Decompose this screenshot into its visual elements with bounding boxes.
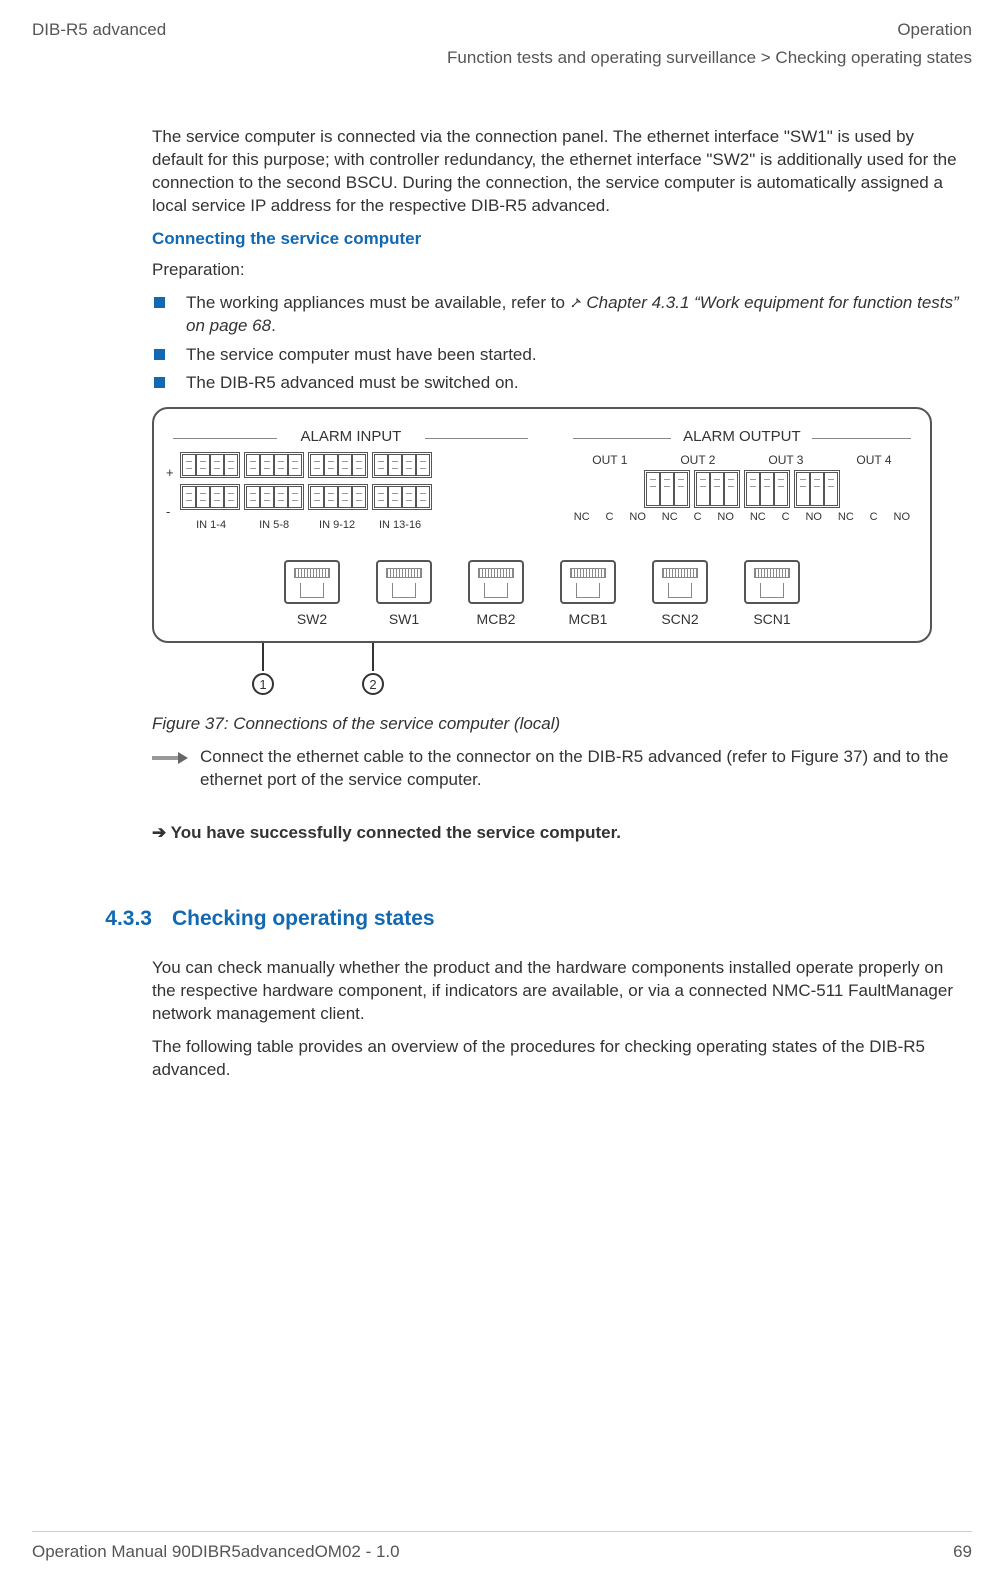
- body-paragraph: The following table provides an overview…: [152, 1036, 962, 1082]
- c-label: C: [606, 510, 614, 525]
- terminal-block: [794, 470, 840, 508]
- rj-label: SCN2: [661, 610, 698, 629]
- rj-label: SW2: [297, 610, 327, 629]
- c-label: C: [694, 510, 702, 525]
- list-text: The service computer must have been star…: [186, 345, 537, 364]
- no-label: NO: [894, 510, 911, 525]
- callout-number: 2: [362, 673, 384, 695]
- rj45-port-mcb2: [468, 560, 524, 604]
- list-text-post: .: [271, 316, 276, 335]
- list-item: The service computer must have been star…: [152, 344, 962, 367]
- rj-label: SW1: [389, 610, 419, 629]
- intro-paragraph: The service computer is connected via th…: [152, 126, 962, 218]
- terminal-block: [372, 452, 432, 478]
- nc-label: NC: [574, 510, 590, 525]
- no-label: NO: [805, 510, 822, 525]
- alarm-input-title: ALARM INPUT: [166, 427, 536, 447]
- callout-number: 1: [252, 673, 274, 695]
- out-label: OUT 2: [680, 452, 715, 468]
- no-label: NO: [629, 510, 646, 525]
- rj45-port-sw1: [376, 560, 432, 604]
- step-arrow-icon: [152, 752, 188, 764]
- doc-title-right: Operation: [897, 20, 972, 40]
- figure-connection-panel: ALARM INPUT + -: [152, 407, 932, 643]
- terminal-block: [694, 470, 740, 508]
- rj-label: MCB2: [477, 610, 516, 629]
- preparation-list: The working appliances must be available…: [152, 292, 962, 396]
- list-text: The working appliances must be available…: [186, 293, 570, 312]
- body-paragraph: You can check manually whether the produ…: [152, 957, 962, 1026]
- terminal-block: [180, 484, 240, 510]
- alarm-output-title: ALARM OUTPUT: [566, 427, 918, 447]
- step-text: Connect the ethernet cable to the connec…: [200, 746, 962, 792]
- terminal-block: [372, 484, 432, 510]
- subheading-connecting: Connecting the service computer: [152, 228, 962, 251]
- terminal-block: [308, 484, 368, 510]
- nc-label: NC: [750, 510, 766, 525]
- section-title: Checking operating states: [172, 905, 435, 933]
- terminal-block: [744, 470, 790, 508]
- list-item: The DIB-R5 advanced must be switched on.: [152, 372, 962, 395]
- terminal-block: [308, 452, 368, 478]
- rj45-port-scn1: [744, 560, 800, 604]
- preparation-label: Preparation:: [152, 259, 962, 282]
- in-label: IN 5-8: [243, 518, 306, 533]
- rj45-port-scn2: [652, 560, 708, 604]
- reference-icon: [570, 293, 582, 305]
- doc-title-left: DIB-R5 advanced: [32, 20, 166, 40]
- rj-label: MCB1: [569, 610, 608, 629]
- out-label: OUT 1: [592, 452, 627, 468]
- minus-label: -: [166, 503, 174, 521]
- footer-page-number: 69: [953, 1542, 972, 1562]
- terminal-block: [180, 452, 240, 478]
- out-label: OUT 3: [768, 452, 803, 468]
- callout-1: 1: [252, 643, 274, 703]
- out-label: OUT 4: [856, 452, 891, 468]
- in-label: IN 1-4: [180, 518, 243, 533]
- nc-label: NC: [662, 510, 678, 525]
- footer-left: Operation Manual 90DIBR5advancedOM02 - 1…: [32, 1542, 400, 1562]
- section-number: 4.3.3: [92, 905, 152, 933]
- in-label: IN 13-16: [369, 518, 432, 533]
- rj45-port-sw2: [284, 560, 340, 604]
- terminal-block: [244, 484, 304, 510]
- in-label: IN 9-12: [306, 518, 369, 533]
- no-label: NO: [717, 510, 734, 525]
- result-text: ➔ You have successfully connected the se…: [152, 822, 962, 845]
- terminal-block: [644, 470, 690, 508]
- nc-label: NC: [838, 510, 854, 525]
- rj-label: SCN1: [753, 610, 790, 629]
- figure-caption: Figure 37: Connections of the service co…: [152, 713, 962, 736]
- plus-label: +: [166, 464, 174, 482]
- list-item: The working appliances must be available…: [152, 292, 962, 338]
- callout-2: 2: [362, 643, 384, 703]
- rj45-port-mcb1: [560, 560, 616, 604]
- list-text: The DIB-R5 advanced must be switched on.: [186, 373, 519, 392]
- breadcrumb: Function tests and operating surveillanc…: [32, 48, 972, 68]
- c-label: C: [782, 510, 790, 525]
- c-label: C: [870, 510, 878, 525]
- terminal-block: [244, 452, 304, 478]
